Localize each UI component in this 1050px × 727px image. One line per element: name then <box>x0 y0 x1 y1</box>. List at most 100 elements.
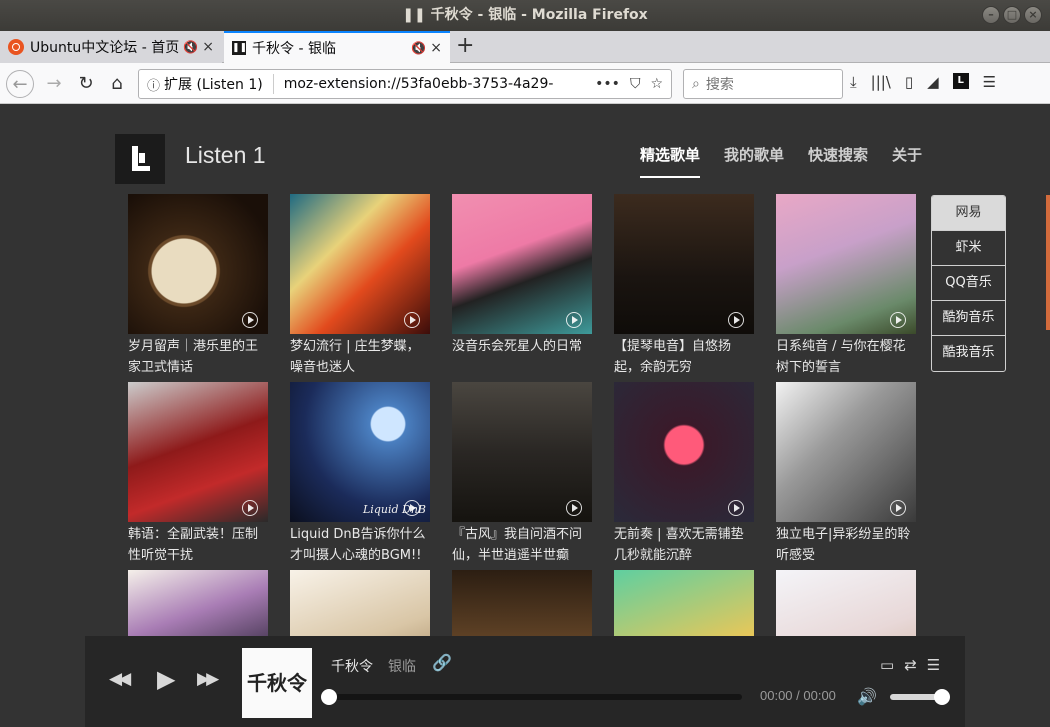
playlist-cover-image[interactable] <box>614 382 754 522</box>
mute-icon[interactable]: 🔇 <box>183 40 198 54</box>
folder-icon[interactable]: ▭ <box>880 656 894 674</box>
repeat-icon[interactable]: ⇄ <box>904 656 917 674</box>
playlist-title[interactable]: 梦幻流行 | 庄生梦蝶，噪音也迷人 <box>290 336 430 378</box>
close-tab-icon[interactable]: × <box>430 40 442 56</box>
playlist-cover-image[interactable] <box>776 194 916 334</box>
playlist-cover-image[interactable] <box>452 382 592 522</box>
back-button[interactable]: ← <box>6 70 34 98</box>
progress-knob[interactable] <box>321 689 337 705</box>
playlist-card[interactable]: 岁月留声｜港乐里的王家卫式情话 <box>128 194 268 378</box>
playlist-cover-image[interactable] <box>128 194 268 334</box>
play-circle-icon[interactable] <box>728 500 744 516</box>
bookmark-star-icon[interactable]: ☆ <box>650 76 663 92</box>
playlist-title[interactable]: 『古风』我自问酒不问仙，半世逍遥半世癫 <box>452 524 592 566</box>
play-circle-icon[interactable] <box>566 312 582 328</box>
play-circle-icon[interactable] <box>404 312 420 328</box>
play-circle-icon[interactable] <box>566 500 582 516</box>
search-input[interactable]: ⌕ 搜索 <box>683 69 843 99</box>
song-title[interactable]: 千秋令 <box>331 656 373 676</box>
extension-identity[interactable]: 扩展 (Listen 1) <box>164 74 274 94</box>
window-controls: – □ × <box>982 6 1042 24</box>
playlist-card[interactable]: 独立电子|异彩纷呈的聆听感受 <box>776 382 916 566</box>
platform-tab[interactable]: 虾米 <box>932 231 1005 266</box>
playlist-title[interactable]: 日系纯音 / 与你在樱花树下的誓言 <box>776 336 916 378</box>
info-icon[interactable]: ⓘ <box>147 75 160 94</box>
pocket-icon[interactable]: ⛉ <box>630 76 641 92</box>
toolbar-icons: ⤓ |||\ ▯ ◢ L ☰ <box>850 73 996 91</box>
play-circle-icon[interactable] <box>404 500 420 516</box>
downloads-icon[interactable]: ⤓ <box>850 73 857 91</box>
playlist-title[interactable]: 韩语：全副武装！压制性听觉干扰 <box>128 524 268 566</box>
play-button[interactable]: ▶ <box>157 665 175 693</box>
playlist-card[interactable]: 梦幻流行 | 庄生梦蝶，噪音也迷人 <box>290 194 430 378</box>
nav-about[interactable]: 关于 <box>892 144 922 178</box>
time-display: 00:00 / 00:00 <box>760 688 836 703</box>
play-circle-icon[interactable] <box>890 500 906 516</box>
play-circle-icon[interactable] <box>728 312 744 328</box>
window-titlebar: ❚❚ 千秋令 - 银临 - Mozilla Firefox – □ × <box>0 0 1050 31</box>
maximize-button[interactable]: □ <box>1003 6 1021 24</box>
tab-ubuntu-forum[interactable]: Ubuntu中文论坛 - 首页 🔇 × <box>0 31 222 63</box>
platform-tab[interactable]: QQ音乐 <box>932 266 1005 301</box>
close-window-button[interactable]: × <box>1024 6 1042 24</box>
playlist-title[interactable]: 独立电子|异彩纷呈的聆听感受 <box>776 524 916 566</box>
previous-button[interactable]: ◀◀ <box>109 669 131 689</box>
app-title: Listen 1 <box>185 142 266 168</box>
nav-my-playlists[interactable]: 我的歌单 <box>724 144 784 178</box>
platform-selector: 网易 虾米 QQ音乐 酷狗音乐 酷我音乐 <box>931 195 1006 372</box>
platform-tab[interactable]: 酷我音乐 <box>932 336 1005 371</box>
play-circle-icon[interactable] <box>242 312 258 328</box>
playlist-card[interactable]: 没音乐会死星人的日常 <box>452 194 592 378</box>
platform-tab[interactable]: 酷狗音乐 <box>932 301 1005 336</box>
tab-listen1[interactable]: ❚❚ 千秋令 - 银临 🔇 × <box>224 31 450 63</box>
playlist-cover-image[interactable]: Liquid DnB <box>290 382 430 522</box>
playlist-card[interactable]: 韩语：全副武装！压制性听觉干扰 <box>128 382 268 566</box>
play-circle-icon[interactable] <box>242 500 258 516</box>
new-tab-button[interactable]: + <box>456 33 474 58</box>
library-icon[interactable]: |||\ <box>871 73 891 91</box>
playlist-cover-image[interactable] <box>128 382 268 522</box>
playlist-cover-image[interactable] <box>776 382 916 522</box>
home-button[interactable]: ⌂ <box>103 70 131 98</box>
playlist-card[interactable]: 『古风』我自问酒不问仙，半世逍遥半世癫 <box>452 382 592 566</box>
playlist-title[interactable]: 无前奏 | 喜欢无需铺垫几秒就能沉醉 <box>614 524 754 566</box>
playlist-card[interactable]: 日系纯音 / 与你在樱花树下的誓言 <box>776 194 916 378</box>
playlist-cover-image[interactable] <box>290 194 430 334</box>
menu-icon[interactable]: ☰ <box>983 73 996 91</box>
mute-icon[interactable]: 🔇 <box>411 41 426 55</box>
playlist-card[interactable]: 【提琴电音】自悠扬起，余韵无穷 <box>614 194 754 378</box>
volume-icon[interactable]: 🔊 <box>857 687 877 706</box>
platform-tab[interactable]: 网易 <box>932 196 1005 231</box>
link-icon[interactable]: 🔗 <box>432 653 452 672</box>
playlist-title[interactable]: 【提琴电音】自悠扬起，余韵无穷 <box>614 336 754 378</box>
url-text[interactable]: moz-extension://53fa0ebb-3753-4a29- <box>284 76 595 92</box>
playlist-icon[interactable]: ☰ <box>927 656 940 674</box>
playlist-cover-image[interactable] <box>614 194 754 334</box>
tab-label: 千秋令 - 银临 <box>252 41 336 57</box>
playlist-cover-image[interactable] <box>452 194 592 334</box>
close-tab-icon[interactable]: × <box>202 39 214 55</box>
next-button[interactable]: ▶▶ <box>197 669 219 689</box>
page-actions-icon[interactable]: ••• <box>595 76 620 92</box>
nav-featured-playlists[interactable]: 精选歌单 <box>640 144 701 178</box>
playlist-title[interactable]: 岁月留声｜港乐里的王家卫式情话 <box>128 336 268 378</box>
reload-button[interactable]: ↻ <box>72 70 100 98</box>
progress-bar[interactable] <box>321 689 742 705</box>
volume-slider[interactable] <box>890 689 950 705</box>
volume-knob[interactable] <box>934 689 950 705</box>
playlist-card[interactable]: Liquid DnB Liquid DnB告诉你什么才叫摄人心魂的BGM!! <box>290 382 430 566</box>
artist-name[interactable]: 银临 <box>388 656 416 676</box>
playlist-card[interactable]: 无前奏 | 喜欢无需铺垫几秒就能沉醉 <box>614 382 754 566</box>
nav-quick-search[interactable]: 快速搜索 <box>808 144 868 178</box>
muted-extension-icon[interactable]: ◢ <box>927 73 939 91</box>
sidebar-icon[interactable]: ▯ <box>905 73 913 91</box>
play-circle-icon[interactable] <box>890 312 906 328</box>
minimize-button[interactable]: – <box>982 6 1000 24</box>
scrollbar-thumb[interactable] <box>1046 195 1050 330</box>
playlist-title[interactable]: Liquid DnB告诉你什么才叫摄人心魂的BGM!! <box>290 524 430 566</box>
listen1-extension-icon[interactable]: L <box>952 73 969 89</box>
forward-button[interactable]: → <box>40 70 68 98</box>
url-bar[interactable]: ⓘ 扩展 (Listen 1) moz-extension://53fa0ebb… <box>138 69 672 99</box>
playlist-title[interactable]: 没音乐会死星人的日常 <box>452 336 592 378</box>
now-playing-cover[interactable]: 千秋令 <box>242 648 312 718</box>
